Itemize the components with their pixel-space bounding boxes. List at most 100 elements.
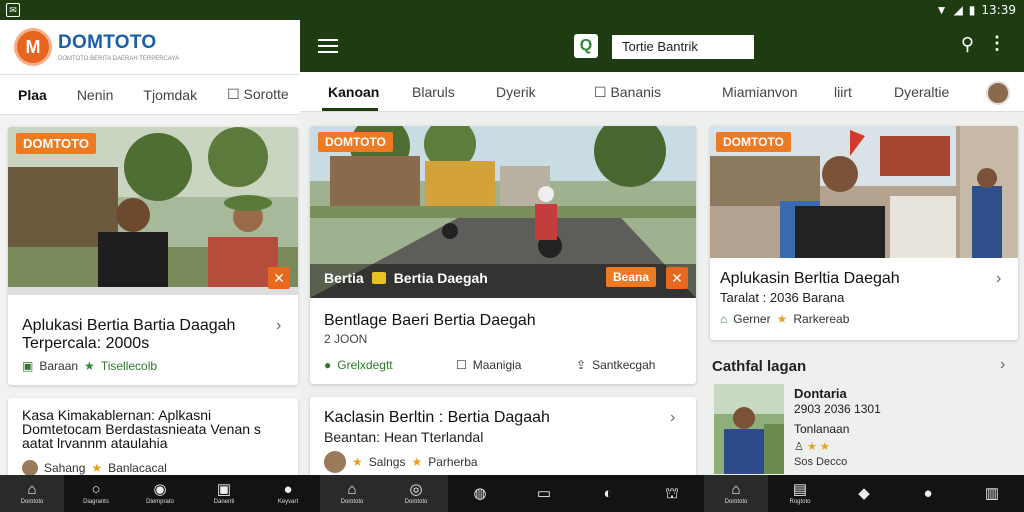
nav-label: Dlemprato [146, 499, 174, 505]
tab-4-label: Bananis [610, 84, 662, 100]
card-subtitle: Beantan: Hean Tterlandal [324, 429, 484, 445]
wifi-icon: ▼ [935, 3, 948, 17]
comment-icon: ▣ [22, 359, 34, 373]
star-icon: ★ [411, 455, 423, 469]
nav-news[interactable]: ▤ Rogtoto [768, 475, 832, 512]
nav-explore[interactable]: ◎ Domtoto [384, 475, 448, 512]
meta-label-1: Baraan [39, 359, 79, 373]
app-header: M DOMTOTO DOMTOTO BERITA DAERAH TERPERCA… [0, 20, 300, 75]
logo-text: DOMTOTO [58, 32, 157, 53]
tab-3[interactable]: Dyerik [496, 84, 536, 100]
thumbnail-illustration [714, 384, 784, 474]
tab-5[interactable]: Miamianvon [722, 84, 797, 100]
star-icon: ★ [819, 441, 830, 453]
nav-home[interactable]: ⌂ Domtoto [0, 475, 64, 512]
left-tab-4-label: Sorotte [243, 86, 289, 102]
nav-item-15[interactable]: ● [896, 475, 960, 512]
close-icon[interactable]: ✕ [666, 267, 688, 289]
nav-item-9[interactable]: ▭ [512, 475, 576, 512]
nav-item-8[interactable]: ◍ [448, 475, 512, 512]
avatar [324, 451, 346, 473]
chevron-right-icon[interactable]: › [996, 270, 1001, 288]
nav-saved[interactable]: ▣ Danenti [192, 475, 256, 512]
avatar [22, 460, 38, 475]
nav-alerts[interactable]: ◉ Dlemprato [128, 475, 192, 512]
nav-label: Domtoto [20, 499, 44, 505]
bookmark-icon[interactable]: ☐ [456, 358, 467, 372]
item-title: Dontaria [794, 386, 847, 401]
tab-4[interactable]: ☐ Bananis [594, 84, 661, 101]
nav-label: Domtoto [340, 499, 364, 505]
mosque-icon: ⛫ [665, 485, 679, 502]
action-label-1[interactable]: Grelxdegtt [337, 358, 392, 372]
news-photo: DOMTOTO ✕ [8, 127, 298, 295]
menu-icon[interactable] [318, 39, 338, 53]
nav-item-16[interactable]: ▥ [960, 475, 1024, 512]
nav-profile[interactable]: ● Keyvart [256, 475, 320, 512]
star-icon: ★ [806, 441, 817, 453]
columns-icon: ▥ [984, 485, 1000, 502]
nav-item-11[interactable]: ⛫ [640, 475, 704, 512]
card-title: Aplukasi Bertia Bartia Daagah Terpercala… [22, 317, 236, 352]
search-input[interactable]: Tortie Bantrik [612, 35, 754, 59]
logo-subtitle: DOMTOTO BERITA DAERAH TERPERCAYA [58, 56, 180, 62]
meta-label-2: Rarkereab [793, 312, 850, 326]
left-news-card-1[interactable]: DOMTOTO ✕ Aplukasi Bertia Bartia Daagah … [8, 127, 298, 385]
video-icon: ▭ [536, 485, 552, 502]
share-icon[interactable]: ⇪ [576, 358, 586, 372]
nav-search[interactable]: ○ Diagrants [64, 475, 128, 512]
chevron-right-icon[interactable]: › [670, 409, 675, 427]
person-icon: ● [923, 485, 933, 502]
status-bar: ✉ ▼ ◢ ▮ 13:39 [0, 0, 1024, 20]
meta-label-1: Salngs [368, 455, 406, 469]
nav-label: Diagrants [83, 499, 109, 505]
side-news-card[interactable]: DOMTOTO Aplukasin Berltia Daegah › Taral… [710, 126, 1018, 340]
nav-item-14[interactable]: ◆ [832, 475, 896, 512]
news-card-bottom[interactable]: Kaclasin Berltin : Bertia Dagaah Beantan… [310, 397, 696, 477]
chevron-right-icon[interactable]: › [276, 317, 281, 335]
signal-icon: ◢ [953, 3, 963, 17]
nav-home-3[interactable]: ⌂ Domtoto [704, 475, 768, 512]
tab-7[interactable]: Dyeraltie [894, 84, 949, 100]
nav-label: Danenti [213, 499, 235, 505]
action-button[interactable]: Beana [606, 267, 657, 287]
meta-label-2: Tisellecolb [100, 359, 158, 373]
left-tabs: Plaa Nenin Tjomdak ☐ Sorotte [0, 75, 300, 115]
domtoto-badge: DOMTOTO [318, 132, 393, 152]
card-meta: ⌂ Gerner ★ Rarkereab [720, 312, 849, 326]
star-icon: ★ [352, 455, 363, 469]
tab-indicator [322, 108, 378, 111]
action-label-3[interactable]: Santkecgah [592, 358, 655, 372]
left-news-card-2[interactable]: Kasa Kimakablernan: Aplkasni Domtetocam … [8, 398, 298, 475]
nav-label: Domtoto [404, 499, 428, 505]
close-icon[interactable]: ✕ [268, 267, 290, 289]
left-tab-2[interactable]: Nenin [77, 87, 114, 103]
left-tab-4[interactable]: ☐ Sorotte [227, 86, 289, 103]
hero-news-card[interactable]: DOMTOTO Bertia Bertia Daegah Beana ✕ Ben… [310, 126, 696, 384]
left-tab-3[interactable]: Tjomdak [143, 87, 197, 103]
nav-home-2[interactable]: ⌂ Domtoto [320, 475, 384, 512]
card-actions: ⇪ Santkecgah [576, 358, 655, 372]
star-icon: ★ [84, 359, 95, 373]
action-label-2[interactable]: Maanigia [473, 358, 522, 372]
card-date: Taralat : 2036 Barana [720, 290, 845, 305]
search-icon[interactable]: ⚲ [961, 34, 974, 55]
chevron-right-icon[interactable]: › [1000, 356, 1005, 374]
tab-2[interactable]: Blaruls [412, 84, 455, 100]
side-list-item[interactable]: Dontaria 2903 2036 1301 Tonlanaan ♙ ★ ★ … [710, 382, 1018, 475]
tab-6[interactable]: liirt [834, 84, 852, 100]
avatar[interactable] [986, 81, 1010, 105]
item-subtitle: Tonlanaan [794, 422, 850, 436]
item-tail: Sos Decco [794, 456, 848, 468]
left-tab-1[interactable]: Plaa [18, 87, 47, 103]
meta-label-1: Gerner [733, 312, 771, 326]
comment-icon[interactable]: ● [324, 358, 331, 372]
more-vert-icon[interactable]: ⋮ [988, 33, 1006, 54]
meta-label-1: Sahang [44, 461, 86, 475]
shield-icon: ◐ [603, 485, 613, 502]
nav-item-10[interactable]: ◐ [576, 475, 640, 512]
tab-1[interactable]: Kanoan [328, 84, 379, 100]
notification-icon: ✉ [6, 3, 20, 17]
news-photo: DOMTOTO [710, 126, 1018, 258]
explore-icon: ◎ [409, 481, 423, 498]
